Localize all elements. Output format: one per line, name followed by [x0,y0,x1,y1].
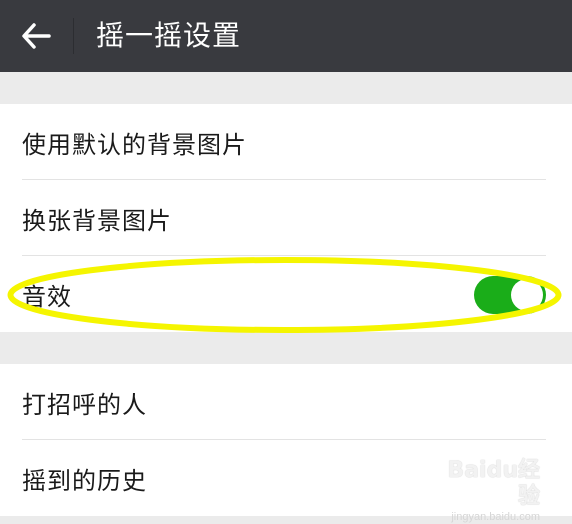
settings-group-background: 使用默认的背景图片 换张背景图片 音效 [0,104,572,332]
sound-effect-item[interactable]: 音效 [0,256,572,332]
header-divider [73,18,74,54]
greeted-people-item[interactable]: 打招呼的人 [0,364,572,440]
toggle-knob [511,279,543,311]
shake-history-label: 摇到的历史 [22,466,147,495]
sound-effect-label: 音效 [22,282,72,311]
arrow-left-icon [22,23,51,49]
page-title: 摇一摇设置 [96,19,242,52]
shake-history-item[interactable]: 摇到的历史 [0,440,572,516]
change-background-label: 换张背景图片 [22,206,172,235]
back-button[interactable] [10,11,62,61]
greeted-people-label: 打招呼的人 [22,390,147,419]
use-default-background-item[interactable]: 使用默认的背景图片 [0,104,572,180]
settings-group-history: 打招呼的人 摇到的历史 [0,364,572,516]
use-default-background-label: 使用默认的背景图片 [22,130,247,159]
change-background-item[interactable]: 换张背景图片 [0,180,572,256]
sound-effect-toggle[interactable] [474,276,546,314]
top-app-bar: 摇一摇设置 [0,0,572,72]
